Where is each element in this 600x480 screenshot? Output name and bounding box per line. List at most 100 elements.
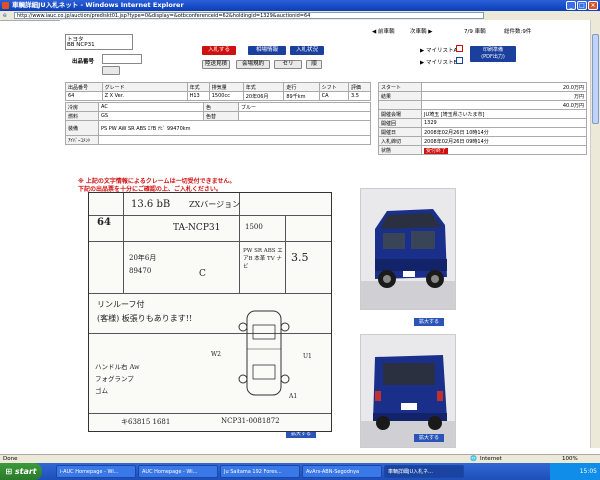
table-row: 開催会場 JU埼玉 [埼玉県さいたま市] [378,109,587,119]
detail-value: PS PW AW SR ABS ｴｱB ﾅﾋﾞ 99470km [98,120,371,136]
car-photo-front[interactable] [360,188,456,310]
taskbar-item[interactable]: AUC Homepage - Wi... [138,465,218,478]
sheet-chassis: NCP31-0081872 [221,417,280,425]
order-button[interactable]: 順 [306,60,322,69]
table-row: ｱｲﾊﾞｰｺﾒﾝﾄ [65,135,371,145]
sheet-year: 20年6月 [129,254,157,262]
spec-value: H13 [186,91,210,101]
lot-number-input[interactable] [102,54,142,64]
bid-price: 40.0万円 [421,100,587,110]
sheet-title-text: 13.6 bB [131,199,171,210]
table-row: 開催回 1329 [378,118,587,128]
detail-table: 冷房 AC 色 ブルー 燃料 GS 色替 装備 PS PW AW SR ABS … [65,102,371,145]
spec-value: 89千km [283,91,320,101]
detail-label: 色替 [203,111,239,121]
auction-sheet-image[interactable]: 64 13.6 bB ZXバージョン TA-NCP31 1500 3.5 20年… [88,192,332,432]
taskbar-item-active[interactable]: 車輌詳細JU入札ネ... [384,465,464,478]
price-label: 開催回 [378,118,422,128]
next-vehicle-link[interactable]: 次車輌 ▶ [410,27,433,35]
sheet-handwritten-2: フォグランプ [95,375,134,383]
price-label: 状態 [378,145,422,155]
seri-button[interactable]: セリ [274,60,302,69]
spec-value: 3.5 [347,91,372,101]
spec-header: 走行 [283,82,320,92]
window-titlebar[interactable]: 車輌詳細JU入札ネット - Windows Internet Explorer … [0,0,600,11]
spec-header: 年式 [242,82,285,92]
price-label: 結果 [378,91,422,101]
detail-label: 色 [203,102,239,112]
maximize-button[interactable]: □ [577,1,587,10]
print-pdf-button[interactable]: 印刷準備 (PDF出力) [470,46,516,62]
detail-value: GS [98,111,204,121]
sheet-serial: キ63815 1681 [121,418,171,426]
status-badge: 受付終了 [424,147,449,154]
mylist-a-label[interactable]: ▶ マイリストA [420,46,457,54]
bid-status-button[interactable]: 入札状況 [290,46,324,55]
taskbar-item[interactable]: i-AUC Homepage - Wi... [56,465,136,478]
start-button[interactable]: ⊞ start [0,463,42,480]
vehicle-name-box: トヨタ BB NCP31 [65,34,133,50]
table-row: 燃料 GS 色替 [65,111,371,121]
price-label: 開催会場 [378,109,422,119]
spec-value: CA [318,91,349,101]
taskbar-item[interactable]: AvArs-ABN-Segodnya [302,465,382,478]
spec-header: 年式 [186,82,210,92]
table-row: 装備 PS PW AW SR ABS ｴｱB ﾅﾋﾞ 99470km [65,120,371,136]
sheet-handwritten-1: ハンドル右 Aw [95,363,140,371]
sheet-score: 3.5 [291,251,309,264]
result-price: 万円 [421,91,587,101]
car-front-svg [361,189,455,309]
detail-value: ブルー [238,102,371,112]
table-row: 状態 受付終了 [378,145,587,155]
spec-header-row: 出品番号 グレード 年式 排気量 年式 走行 シフト 評価 [65,82,372,92]
detail-label: 燃料 [65,111,99,121]
table-row: 40.0万円 [378,100,587,110]
car-rear-svg [361,335,455,447]
zoom-photo-1-button[interactable]: 拡大する [414,318,444,326]
price-label: 開催日 [378,127,422,137]
sheet-km: 89470 [129,267,152,275]
spec-header: 出品番号 [65,82,103,92]
bid-button[interactable]: 入札する [202,46,236,55]
table-row: 入札締切 2008年02月26日 09時14分 [378,136,587,146]
detail-value: AC [98,102,204,112]
detail-label: ｱｲﾊﾞｰｺﾒﾝﾄ [65,135,99,145]
vertical-scrollbar[interactable] [590,20,600,448]
vehicle-position: 7/9 車輌 [464,29,486,35]
model-label: BB NCP31 [67,42,95,48]
mylist-a-checkbox[interactable] [456,45,463,52]
sheet-note-1: リンルーフ付 [97,300,145,309]
sheet-a1-mark: A1 [289,393,298,400]
detail-value [238,111,371,121]
system-tray: 15:05 [550,463,600,480]
sheet-grade-text: ZXバージョン [189,200,241,209]
spec-value: 20年06月 [242,91,285,101]
ie-logo-icon: e [3,12,7,19]
minimize-button[interactable]: _ [566,1,576,10]
deadline-value: 2008年02月26日 09時14分 [421,136,587,146]
clock[interactable]: 15:05 [580,468,597,475]
zoom-photo-2-button[interactable]: 拡大する [414,434,444,442]
venue-rules-button[interactable]: 会場規約 [236,60,270,69]
taskbar-item[interactable]: Ju Saitama 192 Fores... [220,465,300,478]
total-count: 総件数:9件 [504,29,532,35]
mylist-b-label[interactable]: ▶ マイリストB [420,58,457,66]
car-photo-rear[interactable] [360,334,456,448]
spec-value: 64 [65,91,103,101]
ie-app-icon [2,2,9,9]
spec-value: 1500cc [208,91,244,101]
close-button[interactable]: × [588,1,598,10]
taskbar: ⊞ start i-AUC Homepage - Wi... AUC Homep… [0,463,600,480]
prev-vehicle-link[interactable]: ◀ 前車輌 [372,27,395,35]
sheet-lot-number: 64 [97,217,111,228]
search-button[interactable] [102,66,120,75]
scrollbar-thumb[interactable] [592,34,599,124]
mylist-b-checkbox[interactable] [456,57,463,64]
market-info-button[interactable]: 相場情報 [248,46,286,55]
sheet-w2-mark: W2 [211,351,221,358]
table-row: 結果 万円 [378,91,587,101]
url-input[interactable]: http://www.iauc.co.jp/auction/prediskt01… [14,12,484,19]
detail-value [98,135,371,145]
transport-estimate-button[interactable]: 陸送見積 [202,60,230,69]
spec-header: シフト [318,82,349,92]
